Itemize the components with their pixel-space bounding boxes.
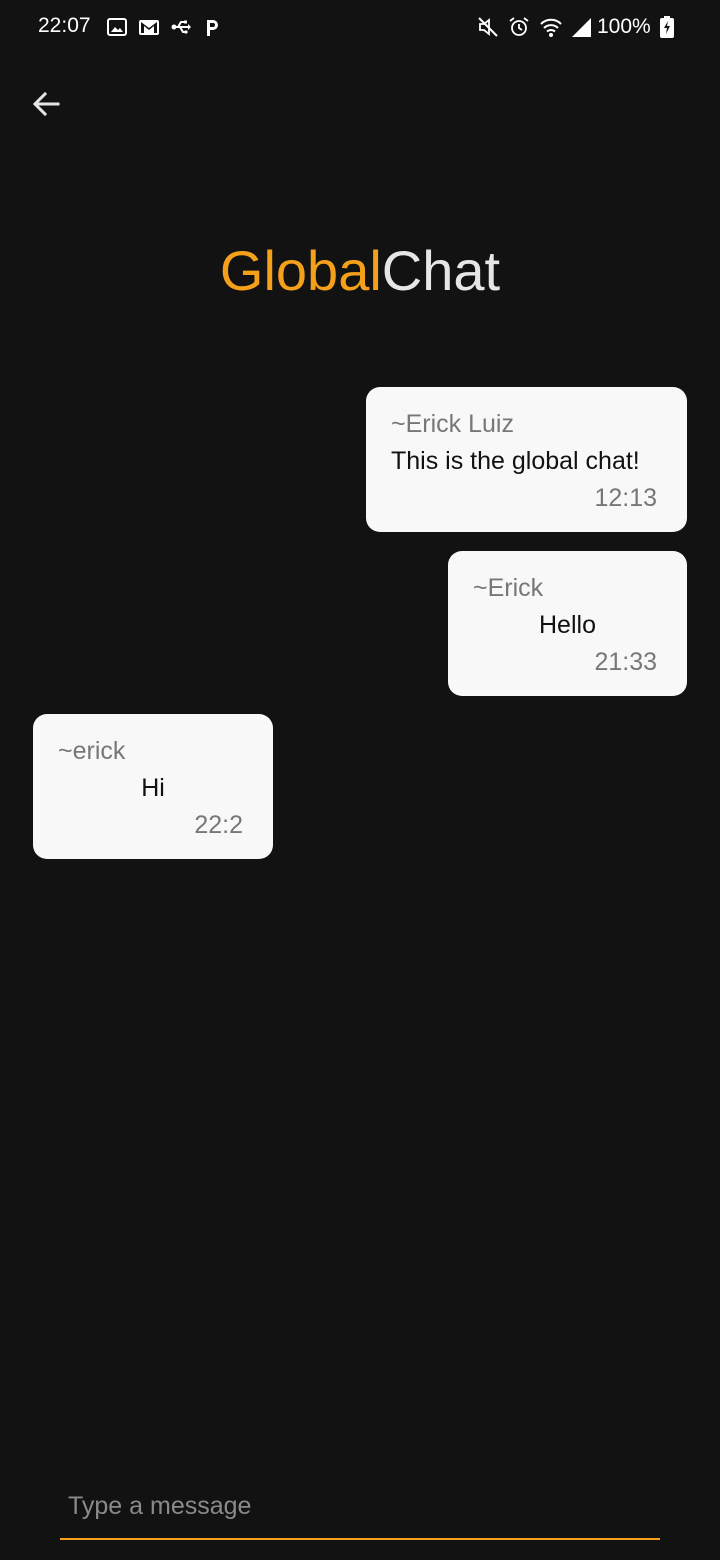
message-input[interactable] xyxy=(60,1474,660,1540)
battery-percentage: 100% xyxy=(597,15,651,38)
title-rest: Chat xyxy=(381,239,501,302)
message-bubble[interactable]: ~Erick Luiz This is the global chat! 12:… xyxy=(366,387,687,532)
message-bubble[interactable]: ~erick Hi 22:2 xyxy=(33,714,273,859)
arrow-left-icon xyxy=(32,91,60,117)
message-sender: ~Erick xyxy=(473,574,544,602)
parking-icon xyxy=(207,20,218,36)
message-time: 12:13 xyxy=(594,484,657,512)
title-accent: Global xyxy=(219,239,382,302)
message-sender: ~Erick Luiz xyxy=(391,410,514,438)
message-sender: ~erick xyxy=(58,737,126,765)
message-text: Hello xyxy=(539,611,596,639)
message-time: 22:2 xyxy=(194,811,243,839)
usb-icon xyxy=(171,20,191,34)
signal-icon xyxy=(572,18,591,37)
back-button[interactable] xyxy=(24,82,68,126)
wifi-icon xyxy=(540,18,562,37)
mute-icon xyxy=(478,17,498,37)
page-title: GlobalChat xyxy=(0,236,720,306)
gmail-icon xyxy=(139,20,159,35)
status-time: 22:07 xyxy=(38,14,91,37)
battery-icon xyxy=(660,16,674,38)
alarm-icon xyxy=(509,17,529,36)
image-icon xyxy=(107,18,127,36)
message-time: 21:33 xyxy=(594,648,657,676)
status-bar: 22:07 100% xyxy=(0,0,720,56)
message-text: This is the global chat! xyxy=(391,447,640,475)
message-text: Hi xyxy=(141,774,165,802)
message-bubble[interactable]: ~Erick Hello 21:33 xyxy=(448,551,687,696)
